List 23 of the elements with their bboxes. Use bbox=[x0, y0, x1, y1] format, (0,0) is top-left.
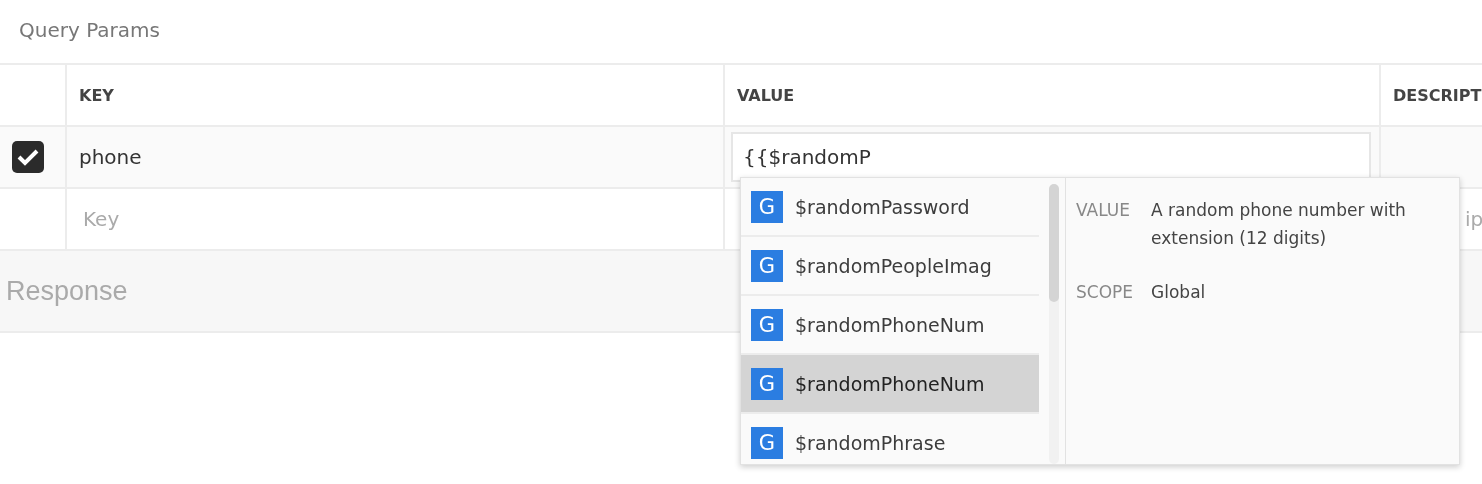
detail-value: Global bbox=[1151, 281, 1207, 304]
column-header: VALUE bbox=[737, 85, 795, 105]
key-field[interactable]: phone bbox=[79, 145, 142, 169]
suggestion-item[interactable]: G $randomPeopleImag bbox=[741, 237, 1039, 296]
detail-value: A random phone number with extension (12 digits) bbox=[1151, 199, 1407, 250]
detail-label: VALUE bbox=[1076, 199, 1131, 222]
checkbox[interactable] bbox=[12, 141, 44, 173]
section-title: Query Params bbox=[19, 18, 160, 42]
detail-label: SCOPE bbox=[1076, 281, 1134, 304]
scrollbar-thumb[interactable] bbox=[1049, 184, 1059, 302]
check-icon bbox=[17, 148, 39, 166]
suggestion-item[interactable]: G $randomPhoneNum bbox=[741, 355, 1039, 414]
scope-badge: G bbox=[751, 367, 783, 400]
scope-badge: G bbox=[751, 308, 783, 341]
suggestion-item[interactable]: G $randomPhrase bbox=[741, 414, 1039, 464]
suggestion-item[interactable]: G $randomPassword bbox=[741, 178, 1039, 237]
column-header: KEY bbox=[79, 85, 114, 105]
column-header: DESCRIPT bbox=[1393, 85, 1482, 105]
scope-badge: G bbox=[751, 426, 783, 459]
response-title: Response bbox=[6, 275, 128, 307]
value-field[interactable]: {{$randomP bbox=[731, 132, 1371, 182]
scope-badge: G bbox=[751, 190, 783, 223]
scope-badge: G bbox=[751, 249, 783, 282]
